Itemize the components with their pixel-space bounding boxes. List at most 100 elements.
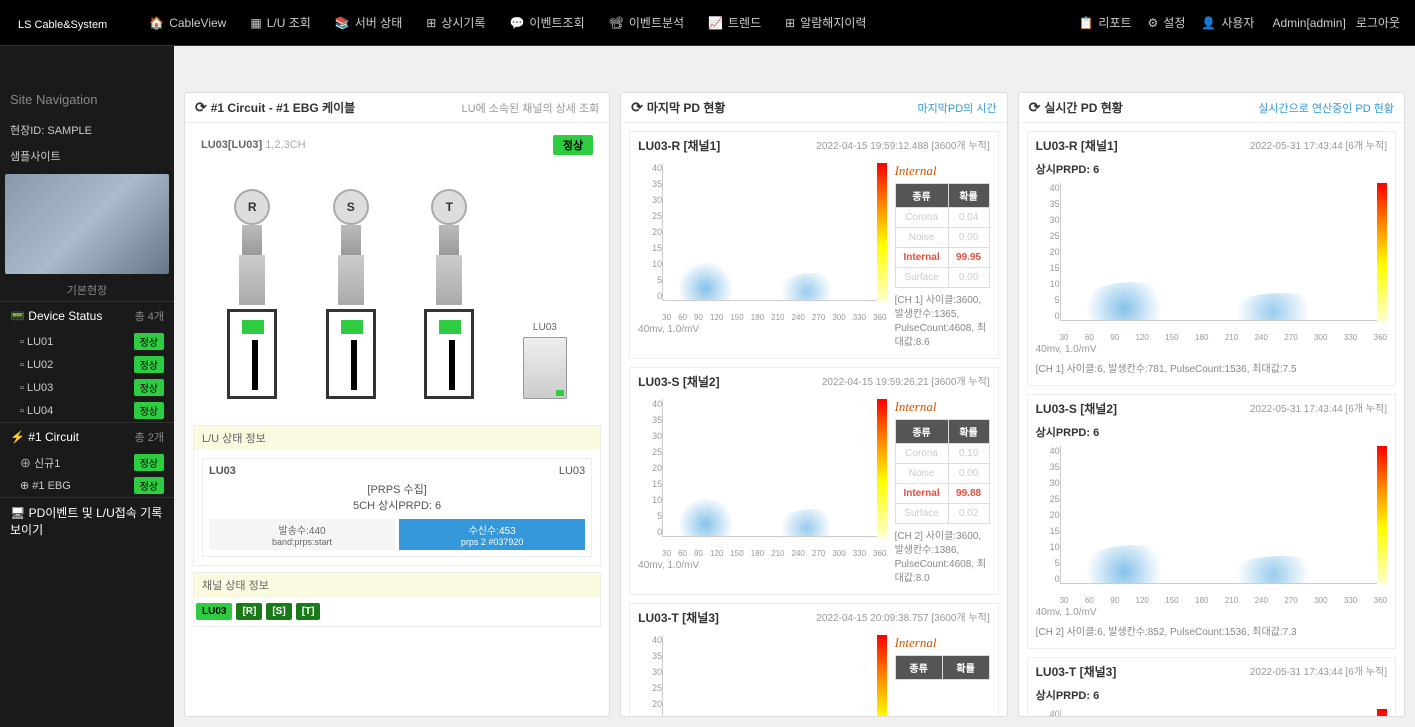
lu-card-left: LU03	[209, 465, 236, 477]
logo-main: LS	[18, 19, 31, 31]
nav-right: 📋리포트⚙설정👤사용자 Admin[admin] 로그아웃	[1070, 14, 1400, 31]
lu-card-right: LU03	[559, 465, 585, 477]
device-label: LU03[LU03]	[201, 139, 262, 151]
pd-channel-name: LU03-T [채널3]	[638, 609, 719, 626]
pd-timestamp: 2022-05-31 17:43:44 [6개 누적]	[1250, 663, 1387, 680]
channel-tag[interactable]: [R]	[236, 603, 262, 620]
pd-table: 종류확률	[895, 655, 990, 680]
nav-item[interactable]: 📽이벤트분석	[597, 14, 696, 31]
device-status-badge: 정상	[553, 135, 593, 155]
realtime-pd-title: 실시간 PD 현황	[1044, 99, 1123, 116]
sidebar-title: Site Navigation	[0, 82, 174, 117]
send-chip: 발송수:440 band:prps:start	[209, 519, 395, 550]
pd-footer-label: 40mv, 1.0/mV	[1036, 605, 1387, 620]
nav-item[interactable]: ▦L/U 조회	[238, 14, 322, 31]
refresh-icon[interactable]	[195, 99, 207, 116]
user-label: Admin[admin]	[1272, 16, 1345, 30]
logo-sub: Cable&System	[34, 19, 107, 31]
circuit-panel: #1 Circuit - #1 EBG 케이블 LU에 소속된 채널의 상세 조…	[184, 92, 610, 717]
pd-block: LU03-R [채널1] 2022-04-15 19:59:12.488 [360…	[629, 131, 998, 359]
sidebar-footer-link[interactable]: 🖥 PD이벤트 및 L/U접속 기록보이기	[0, 498, 174, 544]
logout-link[interactable]: 로그아웃	[1356, 14, 1400, 31]
pd-timestamp: 2022-04-15 19:59:26.21 [3600개 누적]	[822, 373, 990, 390]
pd-note: [CH 2] 사이클:3600, 발생칸수:1386, PulseCount:4…	[895, 530, 990, 586]
nav-item[interactable]: ⊞상시기록	[414, 14, 497, 31]
pd-footer-label: 40mv, 1.0/mV	[1036, 342, 1387, 357]
lu-info-head: L/U 상태 정보	[194, 426, 600, 450]
last-pd-panel: 마지막 PD 현황 마지막PD의 시간 LU03-R [채널1] 2022-04-…	[620, 92, 1007, 717]
nav-item[interactable]: 💬이벤트조회	[497, 14, 596, 31]
internal-label: Internal	[895, 163, 990, 179]
circuit-panel-title: #1 Circuit - #1 EBG 케이블	[211, 99, 356, 116]
channel-tag[interactable]: [S]	[266, 603, 291, 620]
nav-item[interactable]: 📈트렌드	[696, 14, 773, 31]
pd-timestamp: 2022-04-15 20:09:38.757 [3600개 누적]	[816, 609, 989, 626]
pd-table: 종류확률 Corona0.04Noise0.00Internal99.95Sur…	[895, 183, 990, 288]
device-item[interactable]: ▫ LU04정상	[0, 399, 174, 422]
recv-chip: 수신수:453 prps 2 #037920	[399, 519, 585, 550]
pd-note: [CH 1] 사이클:3600, 발생칸수:1365, PulseCount:4…	[895, 294, 990, 350]
pd-channel-name: LU03-T [채널3]	[1036, 663, 1117, 680]
device-channels: 1,2,3CH	[265, 139, 305, 151]
pd-timestamp: 2022-04-15 19:59:12.488 [3600개 누적]	[816, 137, 989, 154]
circuit-panel-meta: LU에 소속된 채널의 상세 조회	[462, 100, 600, 116]
pd-block: LU03-T [채널3]2022-05-31 17:43:44 [6개 누적] …	[1027, 657, 1396, 716]
pd-channel-name: LU03-S [채널2]	[1036, 400, 1117, 417]
main-nav: 🏠CableView▦L/U 조회📚서버 상태⊞상시기록💬이벤트조회📽이벤트분석…	[137, 14, 1070, 31]
site-name: 샘플사이트	[0, 143, 174, 169]
prpd-label: 상시PRPD: 6	[1028, 422, 1395, 442]
last-pd-link[interactable]: 마지막PD의 시간	[918, 100, 997, 116]
nav-right-item[interactable]: ⚙설정	[1140, 14, 1194, 31]
nav-item[interactable]: 📚서버 상태	[323, 14, 414, 31]
device-item[interactable]: ▫ LU03정상	[0, 376, 174, 399]
terminal-T[interactable]: T	[424, 189, 474, 399]
channel-tag[interactable]: LU03	[196, 603, 232, 620]
nav-right-item[interactable]: 📋리포트	[1070, 14, 1139, 31]
refresh-icon[interactable]	[1029, 99, 1041, 116]
internal-label: Internal	[895, 399, 990, 415]
prpd-label: 상시PRPD: 6	[1028, 159, 1395, 179]
terminal-R[interactable]: R	[227, 189, 277, 399]
pd-channel-name: LU03-R [채널1]	[1036, 137, 1118, 154]
sidebar: Site Navigation 현장ID: SAMPLE 샘플사이트 기본현장 …	[0, 82, 174, 727]
site-id: 현장ID: SAMPLE	[0, 117, 174, 143]
logo: LSCable&System	[15, 12, 107, 33]
device-item[interactable]: ▫ LU02정상	[0, 353, 174, 376]
terminal-S[interactable]: S	[326, 189, 376, 399]
circuit-item[interactable]: ⊕ #1 EBG정상	[0, 474, 174, 497]
nav-item[interactable]: ⊞알람해지이력	[773, 14, 878, 31]
last-pd-title: 마지막 PD 현황	[647, 99, 726, 116]
lu-card-line2: 5CH 상시PRPD: 6	[209, 497, 585, 513]
site-image-caption: 기본현장	[0, 279, 174, 301]
circuit-diagram: RST LU03	[193, 159, 601, 419]
device-status-head[interactable]: 📟 Device Status 총 4개	[0, 302, 174, 330]
circuit-item[interactable]: ⊕ 신규1정상	[0, 451, 174, 474]
pd-channel-name: LU03-S [채널2]	[638, 373, 719, 390]
lu-device[interactable]: LU03	[523, 322, 567, 399]
pd-block: LU03-R [채널1]2022-05-31 17:43:44 [6개 누적] …	[1027, 131, 1396, 386]
circuit-head[interactable]: ⚡ #1 Circuit 총 2개	[0, 423, 174, 451]
realtime-pd-panel: 실시간 PD 현황 실시간으로 연산중인 PD 현황 LU03-R [채널1]2…	[1018, 92, 1405, 717]
app-header: LSCable&System 🏠CableView▦L/U 조회📚서버 상태⊞상…	[0, 0, 1415, 46]
pd-note: [CH 2] 사이클:6, 발생칸수:852, PulseCount:1536,…	[1036, 626, 1387, 640]
pd-note: [CH 1] 사이클:6, 발생칸수:781, PulseCount:1536,…	[1036, 363, 1387, 377]
pd-timestamp: 2022-05-31 17:43:44 [6개 누적]	[1250, 400, 1387, 417]
pd-footer-label: 40mv, 1.0/mV	[638, 322, 886, 337]
pd-block: LU03-S [채널2]2022-05-31 17:43:44 [6개 누적] …	[1027, 394, 1396, 649]
pd-channel-name: LU03-R [채널1]	[638, 137, 720, 154]
pd-block: LU03-S [채널2] 2022-04-15 19:59:26.21 [3600…	[629, 367, 998, 595]
refresh-icon[interactable]	[631, 99, 643, 116]
pd-block: LU03-T [채널3] 2022-04-15 20:09:38.757 [360…	[629, 603, 998, 716]
lu-card-line1: [PRPS 수집]	[209, 481, 585, 497]
realtime-pd-link[interactable]: 실시간으로 연산중인 PD 현황	[1258, 100, 1394, 116]
ch-info-head: 채널 상태 정보	[194, 573, 600, 597]
site-image	[5, 174, 169, 274]
nav-right-item[interactable]: 👤사용자	[1193, 14, 1262, 31]
nav-item[interactable]: 🏠CableView	[137, 14, 238, 31]
device-item[interactable]: ▫ LU01정상	[0, 330, 174, 353]
pd-table: 종류확률 Corona0.10Noise0.00Internal99.88Sur…	[895, 419, 990, 524]
prpd-label: 상시PRPD: 6	[1028, 685, 1395, 705]
channel-tag[interactable]: [T]	[296, 603, 321, 620]
internal-label: Internal	[895, 635, 990, 651]
pd-footer-label: 40mv, 1.0/mV	[638, 558, 886, 573]
